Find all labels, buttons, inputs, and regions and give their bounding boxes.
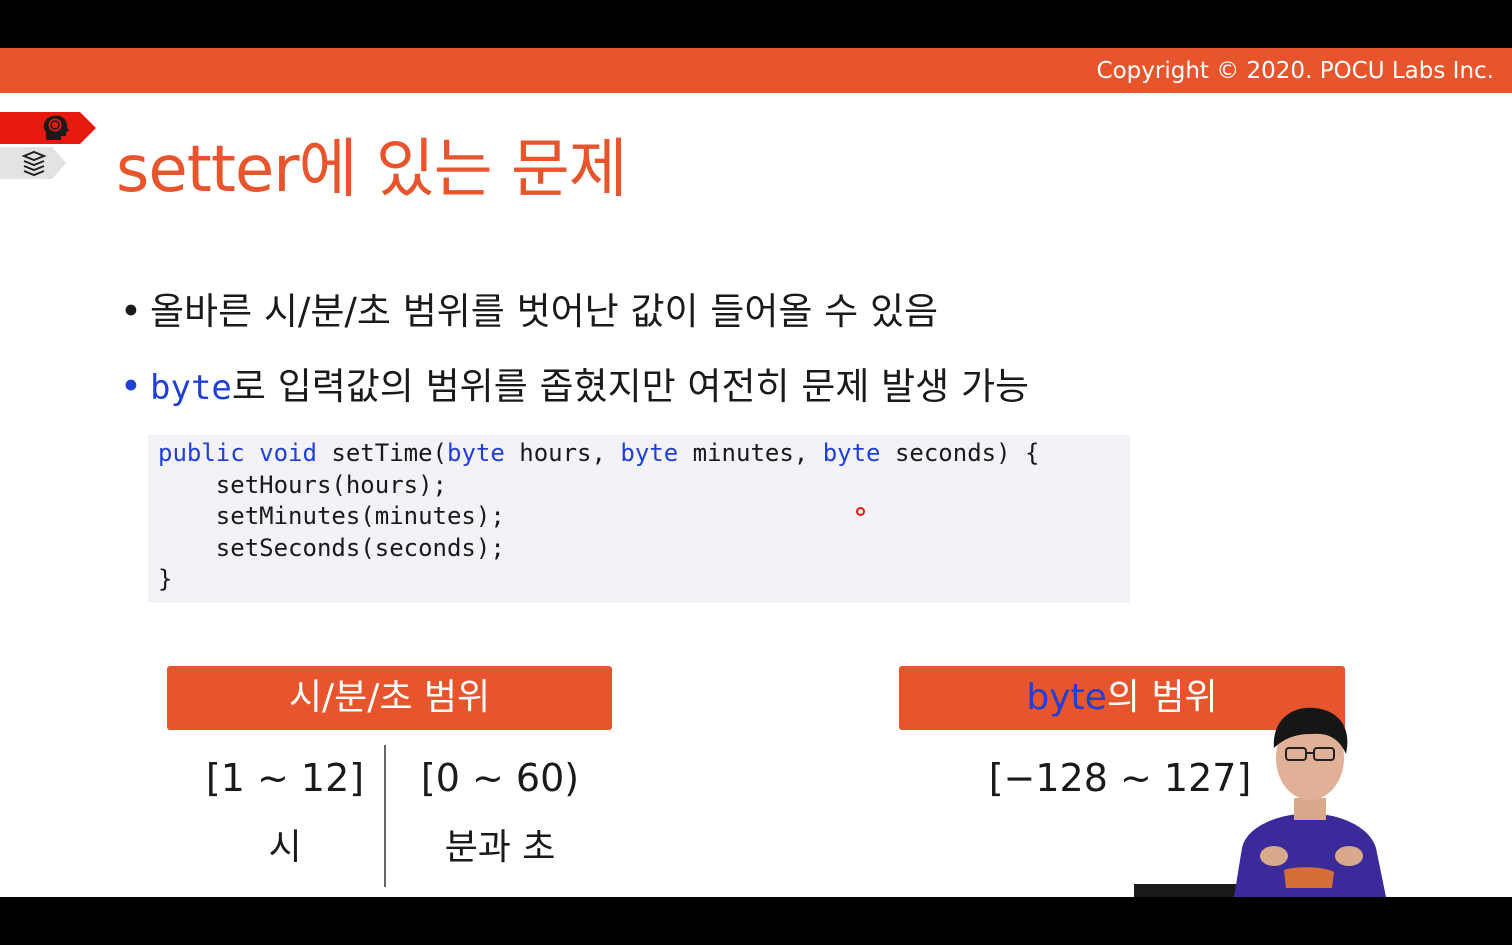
bullet-dot: • <box>120 290 142 333</box>
code-line-2: setHours(hours); <box>158 470 447 499</box>
code-keyword: byte <box>447 439 505 467</box>
hours-label: 시 <box>268 827 302 868</box>
code-keyword: void <box>259 439 317 467</box>
code-line-4: setSeconds(seconds); <box>158 533 505 562</box>
bullet-1-text: 올바른 시/분/초 범위를 벗어난 값이 들어올 수 있음 <box>150 290 939 333</box>
bullet-dot: • <box>120 365 142 408</box>
code-param: seconds) { <box>894 439 1040 467</box>
minutes-seconds-label: 분과 초 <box>444 827 556 868</box>
brain-icon <box>43 115 69 140</box>
minutes-seconds-range: [0 ~ 60) <box>420 756 580 800</box>
books-icon <box>21 150 47 177</box>
byte-keyword: byte <box>1026 677 1107 718</box>
bullet-2: • byte로 입력값의 범위를 좁혔지만 여전히 문제 발생 가능 <box>120 363 1029 412</box>
code-keyword: byte <box>620 439 679 467</box>
hours-range: [1 ~ 12] <box>205 756 365 800</box>
pointer-indicator <box>856 507 865 516</box>
code-line-3: setMinutes(minutes); <box>158 502 505 530</box>
code-method: setTime( <box>331 439 447 467</box>
bullet-1: • 올바른 시/분/초 범위를 벗어난 값이 들어올 수 있음 <box>120 288 938 336</box>
range-divider <box>384 745 386 887</box>
slide: Copyright © 2020. POCU Labs Inc. setter에… <box>0 48 1512 897</box>
presenter-video <box>1134 707 1386 897</box>
bullet-2-keyword: byte <box>150 368 232 408</box>
code-line-5: } <box>158 565 173 593</box>
code-param: minutes, <box>692 439 809 467</box>
copyright-text: Copyright © 2020. POCU Labs Inc. <box>1096 58 1494 84</box>
header-bar: Copyright © 2020. POCU Labs Inc. <box>0 48 1512 93</box>
code-line-1: public void setTime(byte hours, byte min… <box>158 438 1039 470</box>
letterbox-bottom <box>0 897 1512 945</box>
slide-title: setter에 있는 문제 <box>116 133 628 207</box>
code-keyword: byte <box>822 439 881 467</box>
code-block: public void setTime(byte hours, byte min… <box>148 435 1130 603</box>
code-keyword: public <box>158 439 245 467</box>
code-param: hours, <box>519 439 606 467</box>
letterbox-top <box>0 0 1512 48</box>
time-range-heading: 시/분/초 범위 <box>167 666 612 730</box>
bullet-2-text: 로 입력값의 범위를 좁혔지만 여전히 문제 발생 가능 <box>231 365 1030 408</box>
